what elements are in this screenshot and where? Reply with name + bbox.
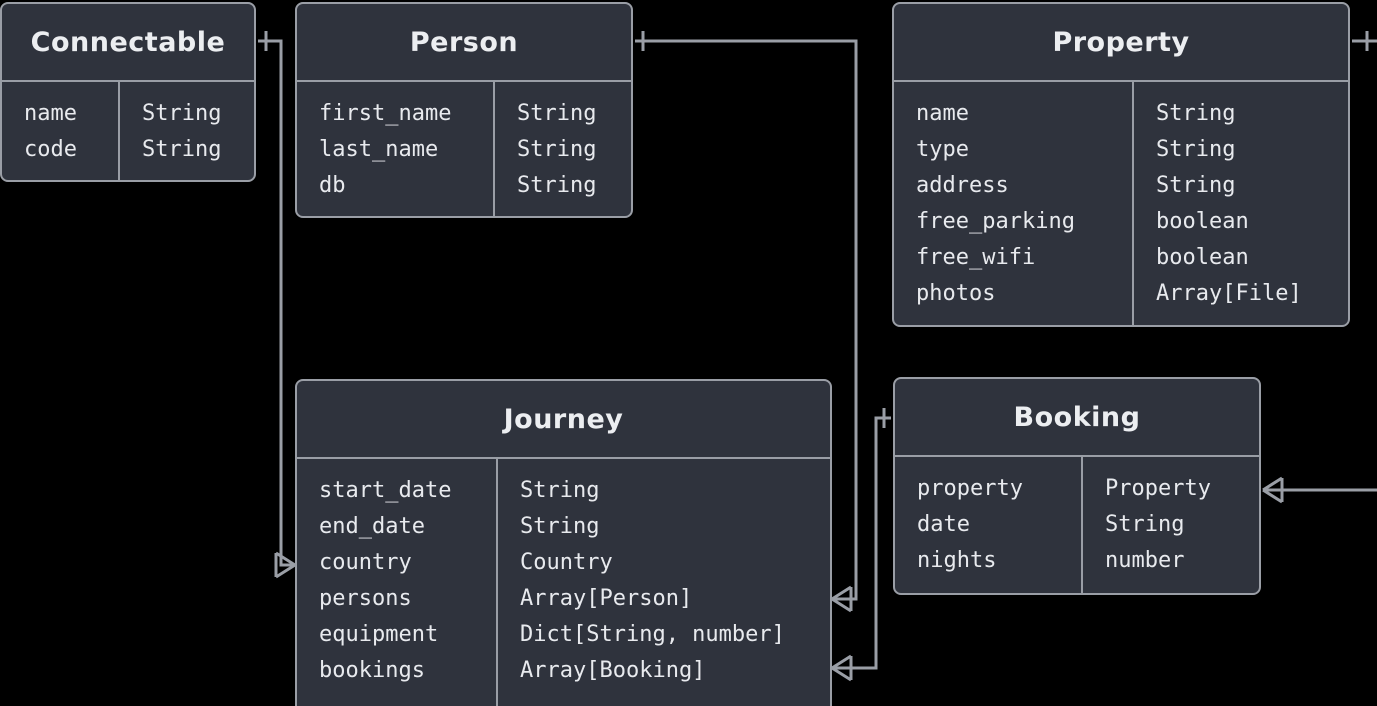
field-type: String [1156,137,1236,162]
entity-property-field-names: name type address free_parking free_wifi… [894,82,1134,325]
er-diagram-canvas: Connectable name code String String Pers… [0,0,1377,706]
field-name: bookings [319,658,425,683]
entity-journey-title: Journey [503,403,624,435]
entity-connectable-header: Connectable [2,4,254,82]
crowfoot-marker-booking-right [1262,476,1284,504]
edge-connectable-journey [258,31,296,579]
entity-connectable-field-names: name code [2,82,120,180]
entity-connectable-field-types: String String [120,82,254,180]
field-name: nights [917,548,997,573]
field-type: String [1105,512,1185,537]
field-type: String [520,514,600,539]
field-name: photos [916,281,996,306]
entity-booking-field-names: property date nights [895,457,1083,593]
entity-booking-title: Booking [1013,401,1141,433]
field-name: type [916,137,969,162]
field-name: db [319,173,346,198]
field-type: String [142,137,222,162]
field-name: free_wifi [916,245,1036,270]
field-name: address [916,173,1009,198]
field-type: String [1156,101,1236,126]
entity-person-field-names: first_name last_name db [297,82,495,216]
field-name: end_date [319,514,425,539]
field-type: Property [1105,476,1211,501]
field-type: String [520,478,600,503]
field-type: Array[Booking] [520,658,706,683]
entity-journey[interactable]: Journey start_date end_date country pers… [295,379,832,706]
field-name: free_parking [916,209,1075,234]
field-type: boolean [1156,245,1249,270]
field-type: Array[Person] [520,586,693,611]
entity-booking[interactable]: Booking property date nights Property St… [893,377,1261,595]
entity-property-field-types: String String String boolean boolean Arr… [1134,82,1348,325]
entity-booking-header: Booking [895,379,1259,457]
entity-connectable-title: Connectable [30,26,226,58]
field-name: name [916,101,969,126]
field-type: String [142,101,222,126]
entity-connectable-body: name code String String [2,82,254,180]
field-type: Array[File] [1156,281,1302,306]
entity-journey-body: start_date end_date country persons equi… [297,459,830,706]
entity-property-header: Property [894,4,1348,82]
crowfoot-marker-journey-persons [831,585,853,613]
entity-booking-field-types: Property String number [1083,457,1259,593]
entity-person-header: Person [297,4,631,82]
field-type: Dict[String, number] [520,622,785,647]
field-name: code [24,137,77,162]
field-type: boolean [1156,209,1249,234]
field-name: country [319,550,412,575]
entity-person-title: Person [409,26,519,58]
edge-property-offscreen [1352,31,1377,51]
field-name: start_date [319,478,452,503]
entity-person[interactable]: Person first_name last_name db String St… [295,2,633,218]
field-name: last_name [319,137,439,162]
field-name: first_name [319,101,452,126]
entity-person-body: first_name last_name db String String St… [297,82,631,216]
field-type: String [517,101,597,126]
entity-person-field-types: String String String [495,82,631,216]
field-type: String [1156,173,1236,198]
field-name: name [24,101,77,126]
field-name: date [917,512,970,537]
entity-journey-field-names: start_date end_date country persons equi… [297,459,498,706]
crowfoot-marker-journey-bookings [831,654,853,682]
field-type: Country [520,550,613,575]
edge-booking-offscreen [1262,476,1377,504]
entity-connectable[interactable]: Connectable name code String String [0,2,256,182]
field-type: String [517,137,597,162]
field-name: property [917,476,1023,501]
entity-journey-field-types: String String Country Array[Person] Dict… [498,459,830,706]
entity-property-title: Property [1052,26,1190,58]
field-type: String [517,173,597,198]
entity-property-body: name type address free_parking free_wifi… [894,82,1348,325]
edge-booking-journey [831,408,891,682]
entity-booking-body: property date nights Property String num… [895,457,1259,593]
entity-journey-header: Journey [297,381,830,459]
entity-property[interactable]: Property name type address free_parking … [892,2,1350,327]
field-name: persons [319,586,412,611]
field-type: number [1105,548,1185,573]
crowfoot-marker-journey-country [274,551,296,579]
field-name: equipment [319,622,439,647]
